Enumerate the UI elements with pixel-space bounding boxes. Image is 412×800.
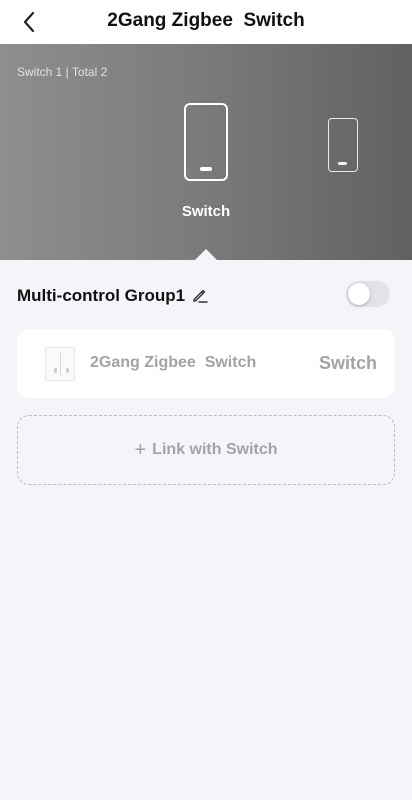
pencil-icon[interactable]	[191, 286, 209, 304]
two-gang-switch-icon	[45, 347, 75, 381]
next-switch-device[interactable]	[328, 118, 358, 172]
selected-device-label: Switch	[181, 203, 231, 220]
switch-indicator	[200, 167, 212, 171]
group-name: Multi-control Group1	[17, 286, 186, 305]
link-with-switch-button[interactable]: + Link with Switch	[17, 415, 395, 485]
header-bar: 2Gang Zigbee Switch	[0, 0, 412, 44]
link-button-label: Link with Switch	[152, 441, 278, 458]
switch-pip	[66, 368, 69, 373]
group-member-card[interactable]: 2Gang Zigbee Switch Switch	[17, 329, 395, 398]
switch-pip	[54, 368, 57, 373]
switch-indicator	[338, 162, 347, 165]
group-row: Multi-control Group1	[17, 281, 390, 308]
selection-pointer	[195, 249, 217, 260]
switch-counter: Switch 1 | Total 2	[17, 65, 108, 79]
switch-divider	[60, 352, 61, 376]
device-banner: Switch 1 | Total 2 Switch	[0, 44, 412, 260]
plus-icon: +	[134, 439, 147, 461]
group-toggle[interactable]	[346, 281, 390, 307]
member-device-name: 2Gang Zigbee Switch	[90, 354, 257, 371]
member-channel[interactable]: Switch	[319, 353, 377, 374]
page-title: 2Gang Zigbee Switch	[107, 10, 305, 31]
selected-switch-device[interactable]	[184, 103, 228, 181]
toggle-knob	[348, 283, 370, 305]
